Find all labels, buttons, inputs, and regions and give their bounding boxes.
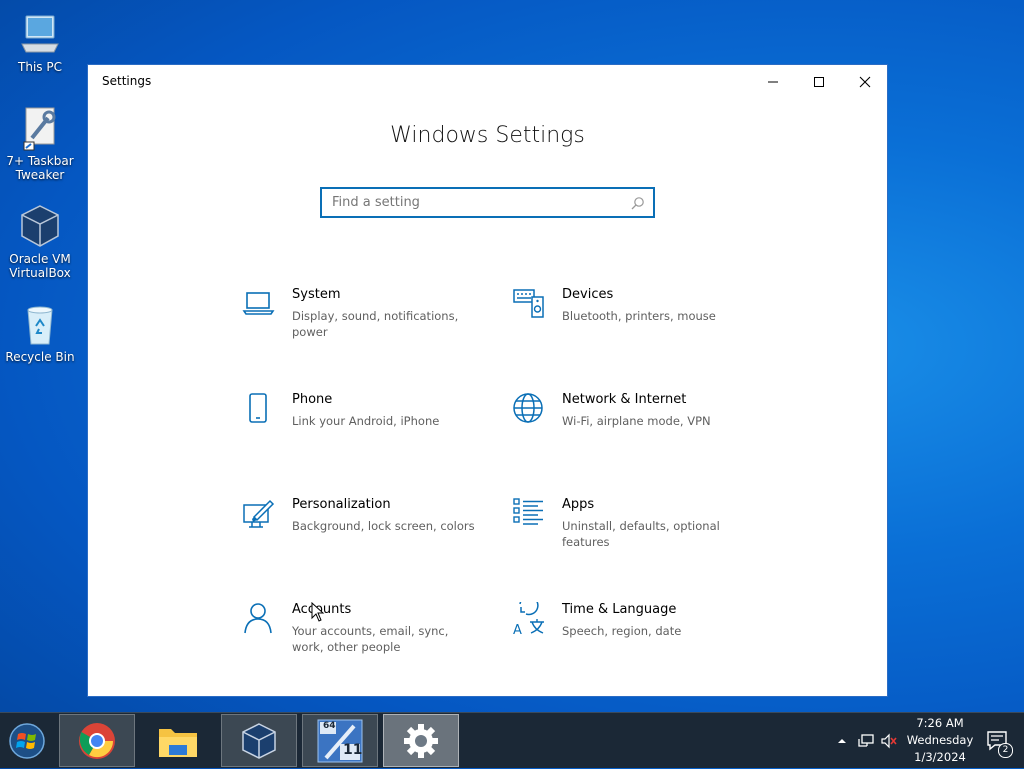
taskbar-chrome[interactable] — [59, 714, 135, 767]
desktop-icon-label: 7+ Taskbar Tweaker — [6, 154, 74, 182]
devices-icon — [512, 287, 546, 321]
tile-description: Wi-Fi, airplane mode, VPN — [562, 414, 711, 428]
tile-personalization[interactable]: Personalization Background, lock screen,… — [242, 497, 502, 587]
tile-description: Link your Android, iPhone — [292, 414, 440, 428]
desktop-icon-label: This PC — [18, 60, 62, 74]
tray-network[interactable] — [857, 713, 875, 769]
laptop-icon — [242, 287, 276, 321]
taskbar: 64 11 7:26 AM Wednesday 1/3/2024 2 — [0, 712, 1024, 768]
tile-title: Time & Language — [562, 602, 677, 617]
tile-title: Network & Internet — [562, 392, 687, 407]
minimize-icon — [768, 81, 778, 83]
taskbar-virtualbox[interactable] — [221, 714, 297, 767]
svg-text:A: A — [513, 623, 522, 636]
search-box[interactable] — [320, 187, 655, 218]
taskbar-settings[interactable] — [383, 714, 459, 767]
windows-orb-icon — [9, 723, 45, 759]
tile-network-internet[interactable]: Network & Internet Wi-Fi, airplane mode,… — [512, 392, 772, 482]
tile-description: Uninstall, defaults, optional features — [562, 519, 720, 549]
tile-accounts[interactable]: Accounts Your accounts, email, sync, wor… — [242, 602, 502, 692]
notification-count-badge: 2 — [998, 743, 1013, 758]
clock-time: 7:26 AM — [916, 716, 964, 730]
mouse-cursor-icon — [311, 601, 325, 626]
phone-icon — [242, 392, 276, 426]
tile-apps[interactable]: Apps Uninstall, defaults, optional featu… — [512, 497, 772, 587]
tile-devices[interactable]: Devices Bluetooth, printers, mouse — [512, 287, 772, 377]
tile-system[interactable]: System Display, sound, notifications, po… — [242, 287, 502, 377]
chrome-icon — [79, 722, 115, 759]
settings-gear-icon — [404, 723, 438, 758]
window-title: Settings — [102, 74, 152, 88]
time-language-icon: A — [512, 595, 546, 638]
tile-description: Bluetooth, printers, mouse — [562, 309, 716, 323]
person-icon — [242, 602, 276, 636]
close-button[interactable] — [842, 65, 888, 99]
clock-date: 1/3/2024 — [914, 750, 966, 764]
tile-description: Your accounts, email, sync, work, other … — [292, 624, 449, 654]
personalization-icon — [242, 497, 276, 531]
taskbar-file-explorer[interactable] — [140, 714, 216, 767]
maximize-button[interactable] — [796, 65, 842, 99]
computer-icon — [16, 10, 64, 58]
page-title: Windows Settings — [390, 123, 585, 148]
tile-description: Display, sound, notifications, power — [292, 309, 459, 339]
desktop-icon-label: Oracle VM VirtualBox — [9, 252, 71, 280]
search-input[interactable] — [330, 194, 624, 211]
tray-overflow-button[interactable] — [836, 713, 848, 769]
chevron-up-icon — [838, 739, 846, 743]
taskbar-clock[interactable]: 7:26 AM Wednesday 1/3/2024 — [900, 715, 980, 766]
virtualbox-icon — [242, 722, 276, 759]
clock-day: Wednesday — [906, 733, 974, 747]
desktop-icon-this-pc[interactable]: This PC — [4, 10, 76, 74]
tile-description: Background, lock screen, colors — [292, 519, 475, 533]
tray-volume[interactable] — [880, 713, 898, 769]
volume-muted-icon — [881, 733, 897, 749]
action-center-button[interactable]: 2 — [986, 713, 1013, 769]
tile-title: Devices — [562, 287, 614, 302]
desktop-icon-label: Recycle Bin — [5, 350, 75, 364]
virtualbox-cube-icon — [16, 202, 64, 250]
settings-window: Settings Windows Settings System Display… — [87, 64, 888, 697]
tile-title: System — [292, 287, 341, 302]
tile-description: Speech, region, date — [562, 624, 682, 638]
minimize-button[interactable] — [750, 65, 796, 99]
recycle-bin-icon — [16, 300, 64, 348]
network-icon — [858, 734, 874, 747]
start-button[interactable] — [4, 719, 50, 763]
tweaker-tools-icon — [16, 104, 64, 152]
title-bar[interactable]: Settings — [88, 65, 887, 99]
desktop-icon-virtualbox[interactable]: Oracle VM VirtualBox — [4, 202, 76, 280]
file-explorer-icon — [159, 728, 197, 757]
search-icon — [631, 195, 645, 214]
tile-title: Phone — [292, 392, 333, 407]
desktop-icon-recycle-bin[interactable]: Recycle Bin — [4, 300, 76, 364]
taskbar-taskbar-tweaker[interactable]: 64 11 — [302, 714, 378, 767]
globe-icon — [512, 392, 546, 426]
tile-time-language[interactable]: A Time & Language Speech, region, date — [512, 595, 772, 692]
tile-phone[interactable]: Phone Link your Android, iPhone — [242, 392, 502, 482]
tweaker-badge-top: 64 — [323, 721, 336, 731]
close-icon — [859, 76, 871, 88]
desktop-icon-taskbar-tweaker[interactable]: 7+ Taskbar Tweaker — [4, 104, 76, 182]
tile-title: Personalization — [292, 497, 391, 512]
tile-title: Apps — [562, 497, 595, 512]
tweaker-badge-bottom: 11 — [343, 742, 363, 758]
apps-list-icon — [512, 497, 546, 531]
maximize-icon — [814, 77, 824, 87]
